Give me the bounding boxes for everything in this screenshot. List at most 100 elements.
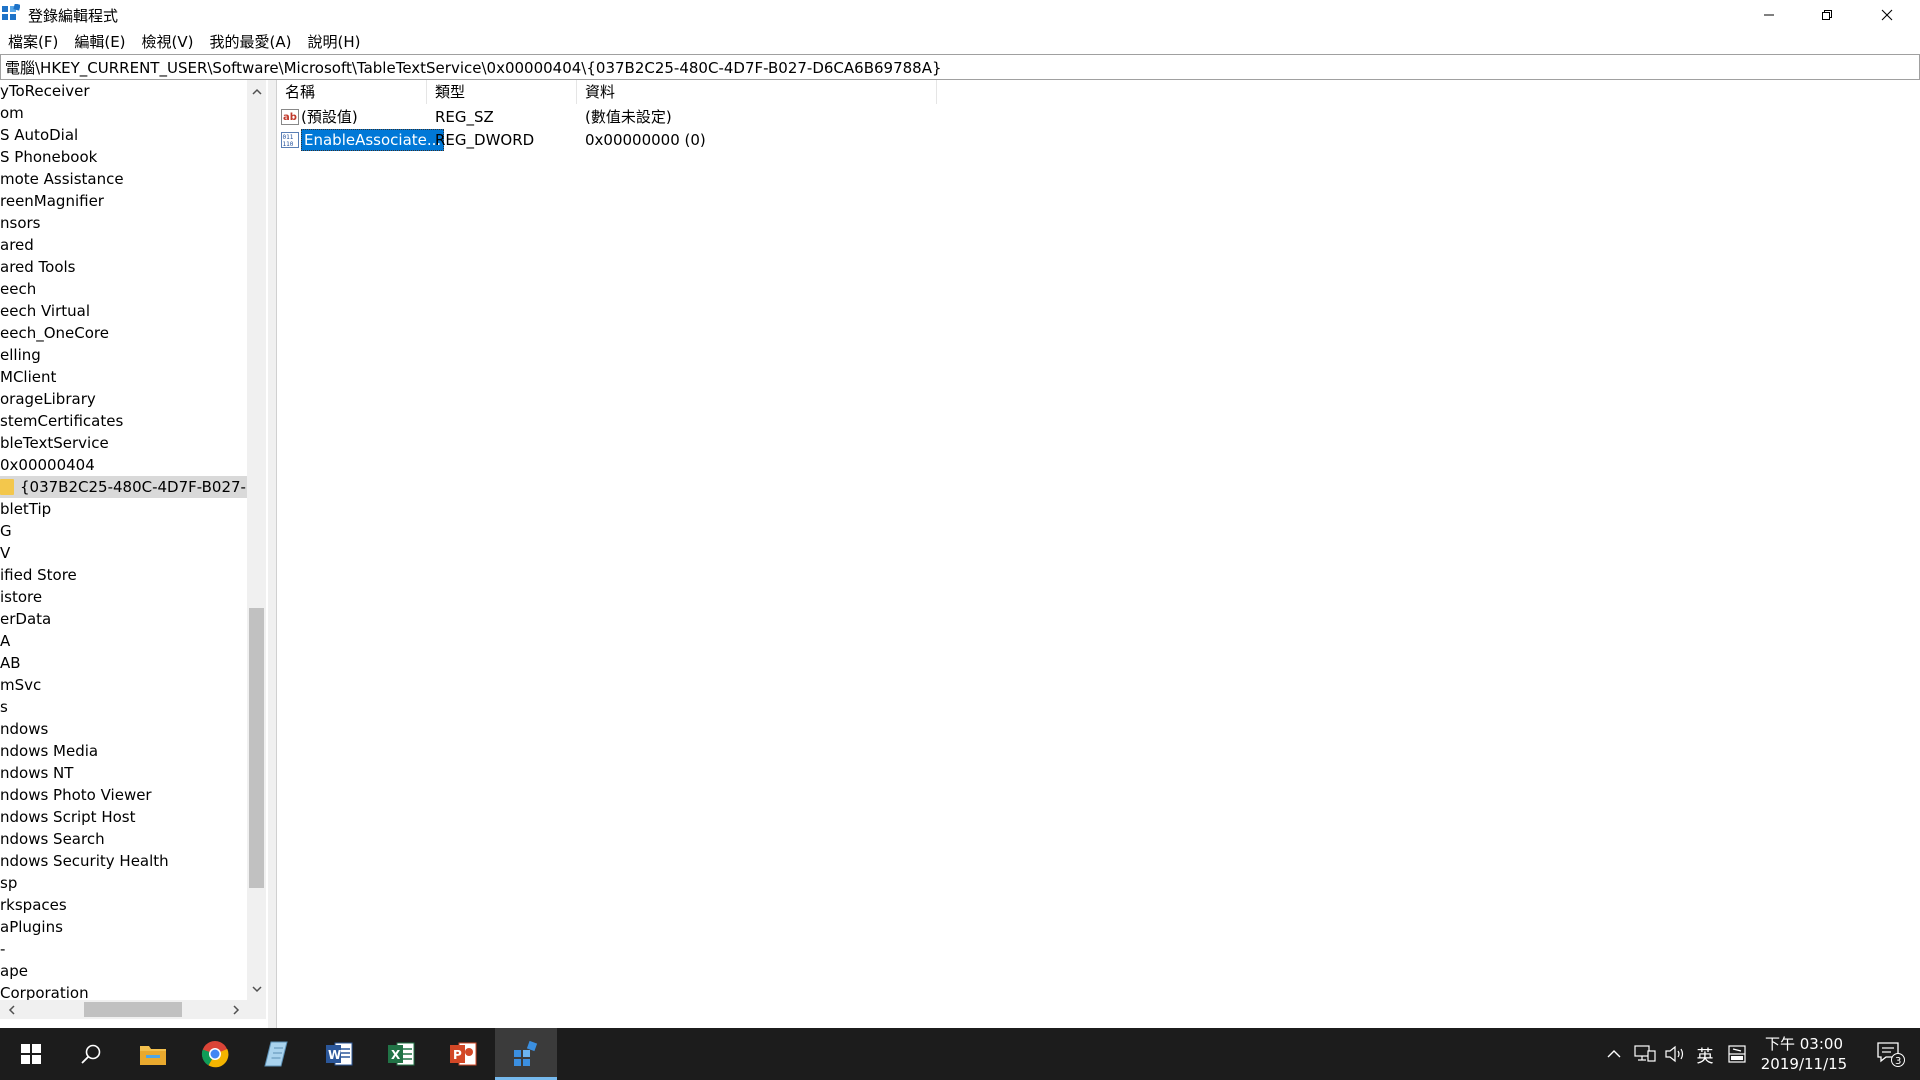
tree-item-label: bleTextService [0, 434, 109, 452]
tree-item[interactable]: G [0, 520, 247, 542]
tree-item[interactable]: ape [0, 960, 247, 982]
start-icon [21, 1044, 41, 1064]
tree-item[interactable]: nsors [0, 212, 247, 234]
tree-horizontal-scroll-thumb[interactable] [84, 1002, 182, 1017]
tree-item[interactable]: bleTextService [0, 432, 247, 454]
tree-item[interactable]: ndows Script Host [0, 806, 247, 828]
tree-item[interactable]: sp [0, 872, 247, 894]
column-header-data[interactable]: 資料 [577, 80, 937, 104]
column-header-name[interactable]: 名稱 [277, 80, 427, 104]
tree-item[interactable]: {037B2C25-480C-4D7F-B027-D [0, 476, 247, 498]
start-button[interactable] [0, 1028, 62, 1080]
menu-file[interactable]: 檔案(F) [0, 30, 66, 54]
tree-item[interactable]: eech [0, 278, 247, 300]
menu-favorites[interactable]: 我的最愛(A) [202, 30, 300, 54]
tree-item[interactable]: ndows Security Health [0, 850, 247, 872]
scroll-up-button[interactable] [247, 82, 266, 101]
svg-text:P: P [453, 1048, 462, 1062]
tree-item[interactable]: ndows [0, 718, 247, 740]
tree-item[interactable]: rkspaces [0, 894, 247, 916]
tree-item[interactable]: A [0, 630, 247, 652]
tree-item[interactable]: - [0, 938, 247, 960]
tree-item[interactable]: eech_OneCore [0, 322, 247, 344]
taskbar-word[interactable]: W [308, 1028, 370, 1080]
taskbar-chrome[interactable] [184, 1028, 246, 1080]
tree-item-label: V [0, 544, 11, 562]
tree-item-label: ndows Script Host [0, 808, 136, 826]
tree-item[interactable]: om [0, 102, 247, 124]
tree-item[interactable]: ndows Photo Viewer [0, 784, 247, 806]
clock-date: 2019/11/15 [1760, 1055, 1848, 1073]
notification-count: 3 [1895, 1056, 1901, 1067]
tree-item[interactable]: reenMagnifier [0, 190, 247, 212]
svg-text:110: 110 [283, 141, 294, 148]
volume-button[interactable] [1660, 1028, 1690, 1080]
taskbar-search-button[interactable] [60, 1028, 122, 1080]
column-header-type[interactable]: 類型 [427, 80, 577, 104]
taskbar-powerpoint[interactable]: P [432, 1028, 494, 1080]
tree-item[interactable]: mote Assistance [0, 168, 247, 190]
pane-splitter[interactable] [268, 80, 276, 1028]
tree-item[interactable]: elling [0, 344, 247, 366]
tree-item[interactable]: aPlugins [0, 916, 247, 938]
tree-item[interactable]: s [0, 696, 247, 718]
taskbar-clock[interactable]: 下午 03:00 2019/11/15 [1752, 1034, 1856, 1074]
tree-item-label: elling [0, 346, 41, 364]
ime-mode-button[interactable] [1722, 1028, 1752, 1080]
tree-item[interactable]: stemCertificates [0, 410, 247, 432]
close-button[interactable] [1858, 0, 1916, 30]
tree-item[interactable]: yToReceiver [0, 80, 247, 102]
tree-item[interactable]: istore [0, 586, 247, 608]
taskbar-notepad[interactable] [246, 1028, 308, 1080]
tree-item[interactable]: ndows Media [0, 740, 247, 762]
taskbar: W X P 英 下午 03:00 2019/11/15 3 [0, 1028, 1920, 1080]
notepad-icon [264, 1041, 288, 1067]
minimize-button[interactable] [1740, 0, 1798, 30]
speaker-icon [1665, 1045, 1684, 1063]
show-hidden-icons-button[interactable] [1600, 1028, 1628, 1080]
scroll-right-button[interactable] [226, 1000, 245, 1019]
tree-item[interactable]: AB [0, 652, 247, 674]
menu-view[interactable]: 檢視(V) [134, 30, 202, 54]
chevron-right-icon [232, 1004, 239, 1015]
tree-item[interactable]: ndows Search [0, 828, 247, 850]
tree-item[interactable]: bletTip [0, 498, 247, 520]
tree-item-label: 0x00000404 [0, 456, 95, 474]
value-row-enable-associate[interactable]: 011 110 EnableAssociate... REG_DWORD 0x0… [277, 129, 977, 151]
address-bar[interactable]: 電腦\HKEY_CURRENT_USER\Software\Microsoft\… [0, 54, 1920, 80]
input-language-button[interactable]: 英 [1690, 1028, 1720, 1080]
tree-item[interactable]: V [0, 542, 247, 564]
tree-item[interactable]: erData [0, 608, 247, 630]
tree-vertical-scrollbar[interactable] [247, 80, 266, 1000]
scrollbar-corner [247, 1000, 266, 1019]
tree-item[interactable]: eech Virtual [0, 300, 247, 322]
menu-help[interactable]: 說明(H) [299, 30, 368, 54]
scroll-down-button[interactable] [247, 979, 266, 998]
tree-item[interactable]: 0x00000404 [0, 454, 247, 476]
tree-item[interactable]: S AutoDial [0, 124, 247, 146]
tree-item[interactable]: orageLibrary [0, 388, 247, 410]
tree-item[interactable]: ared [0, 234, 247, 256]
restore-button[interactable] [1798, 0, 1856, 30]
action-center-button[interactable]: 3 [1862, 1028, 1920, 1080]
tree-item-label: ape [0, 962, 28, 980]
tree-vertical-scroll-thumb[interactable] [249, 608, 264, 888]
scroll-left-button[interactable] [2, 1000, 21, 1019]
taskbar-excel[interactable]: X [370, 1028, 432, 1080]
menu-edit[interactable]: 編輯(E) [66, 30, 133, 54]
value-row-default[interactable]: ab (預設值) REG_SZ (數值未設定) [277, 106, 977, 128]
tree-item[interactable]: ified Store [0, 564, 247, 586]
tree-item[interactable]: ndows NT [0, 762, 247, 784]
tree-item[interactable]: mSvc [0, 674, 247, 696]
taskbar-registry-editor[interactable] [495, 1028, 557, 1080]
tree-item[interactable]: ared Tools [0, 256, 247, 278]
tree-item[interactable]: S Phonebook [0, 146, 247, 168]
tree-item[interactable]: Corporation [0, 982, 247, 1000]
taskbar-file-explorer[interactable] [122, 1028, 184, 1080]
tree-item[interactable]: MClient [0, 366, 247, 388]
tree-horizontal-scrollbar[interactable] [0, 1000, 247, 1019]
value-data: 0x00000000 (0) [585, 131, 706, 149]
search-icon [81, 1044, 101, 1064]
key-tree-pane: yToReceiver om S AutoDial S Phonebook mote A… [0, 80, 268, 1028]
network-button[interactable] [1630, 1028, 1660, 1080]
